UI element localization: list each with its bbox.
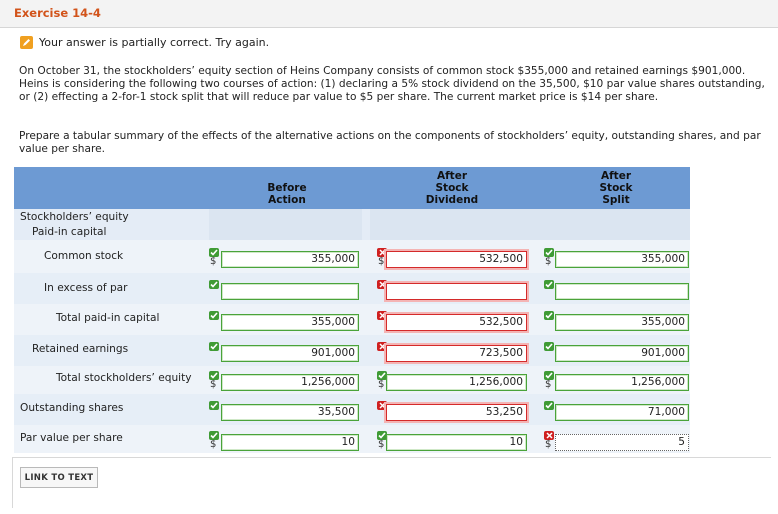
tse-split-input[interactable]: 1,256,000 bbox=[555, 374, 689, 391]
re-dividend-input[interactable]: 723,500 bbox=[386, 345, 527, 362]
currency-symbol: $ bbox=[378, 379, 385, 390]
cs-split-input[interactable]: 355,000 bbox=[555, 251, 689, 268]
exercise-header: Exercise 14-4 bbox=[0, 0, 778, 28]
status-text: Your answer is partially correct. Try ag… bbox=[39, 36, 270, 49]
currency-symbol: $ bbox=[545, 256, 552, 267]
summary-table: Before Action After Stock Dividend After Sto… bbox=[14, 167, 690, 453]
exercise-title: Exercise 14-4 bbox=[14, 6, 101, 20]
status-message: Your answer is partially correct. Try ag… bbox=[20, 36, 269, 49]
col-header-before: Before Action bbox=[267, 182, 307, 206]
os-dividend-input[interactable]: 53,250 bbox=[386, 404, 527, 421]
tpic-dividend-input[interactable]: 532,500 bbox=[386, 314, 527, 331]
os-split-input[interactable]: 71,000 bbox=[555, 404, 689, 421]
check-icon bbox=[209, 342, 219, 351]
iep-split-input[interactable] bbox=[555, 283, 689, 300]
tpic-before-input[interactable]: 355,000 bbox=[221, 314, 359, 331]
footer-panel bbox=[12, 457, 771, 508]
currency-symbol: $ bbox=[545, 439, 552, 450]
currency-symbol: $ bbox=[210, 439, 217, 450]
iep-dividend-input[interactable] bbox=[386, 283, 527, 300]
pencil-icon bbox=[20, 36, 33, 49]
check-icon bbox=[544, 280, 554, 289]
check-icon bbox=[209, 401, 219, 410]
pv-split-input[interactable]: 5 bbox=[555, 434, 689, 451]
pv-before-input[interactable]: 10 bbox=[221, 434, 359, 451]
tse-before-input[interactable]: 1,256,000 bbox=[221, 374, 359, 391]
label-total-paid-in-capital: Total paid-in capital bbox=[56, 312, 160, 324]
check-icon bbox=[544, 342, 554, 351]
re-split-input[interactable]: 901,000 bbox=[555, 345, 689, 362]
currency-symbol: $ bbox=[210, 256, 217, 267]
check-icon bbox=[209, 280, 219, 289]
currency-symbol: $ bbox=[210, 379, 217, 390]
os-before-input[interactable]: 35,500 bbox=[221, 404, 359, 421]
col-header-split: After Stock Split bbox=[599, 170, 633, 206]
tpic-split-input[interactable]: 355,000 bbox=[555, 314, 689, 331]
label-in-excess-of-par: In excess of par bbox=[44, 282, 128, 294]
problem-text: On October 31, the stockholders’ equity … bbox=[19, 65, 765, 103]
cs-dividend-input[interactable]: 532,500 bbox=[386, 251, 527, 268]
col-header-dividend: After Stock Dividend bbox=[425, 170, 479, 206]
check-icon bbox=[209, 311, 219, 320]
currency-symbol: $ bbox=[545, 379, 552, 390]
pv-dividend-input[interactable]: 10 bbox=[386, 434, 527, 451]
label-stockholders-equity: Stockholders’ equity bbox=[20, 211, 129, 223]
iep-before-input[interactable] bbox=[221, 283, 359, 300]
instruction-text: Prepare a tabular summary of the effects… bbox=[19, 130, 761, 155]
currency-symbol: $ bbox=[378, 439, 385, 450]
check-icon bbox=[544, 401, 554, 410]
currency-symbol: $ bbox=[378, 256, 385, 267]
check-icon bbox=[544, 311, 554, 320]
label-common-stock: Common stock bbox=[44, 250, 124, 262]
label-paid-in-capital: Paid-in capital bbox=[32, 226, 107, 238]
link-to-text-button[interactable]: LINK TO TEXT bbox=[20, 467, 98, 488]
cs-before-input[interactable]: 355,000 bbox=[221, 251, 359, 268]
label-outstanding-shares: Outstanding shares bbox=[20, 402, 124, 414]
tse-dividend-input[interactable]: 1,256,000 bbox=[386, 374, 527, 391]
re-before-input[interactable]: 901,000 bbox=[221, 345, 359, 362]
label-total-stockholders-equity: Total stockholders’ equity bbox=[56, 372, 192, 384]
label-retained-earnings: Retained earnings bbox=[32, 343, 129, 355]
label-par-value-per-share: Par value per share bbox=[20, 432, 123, 444]
